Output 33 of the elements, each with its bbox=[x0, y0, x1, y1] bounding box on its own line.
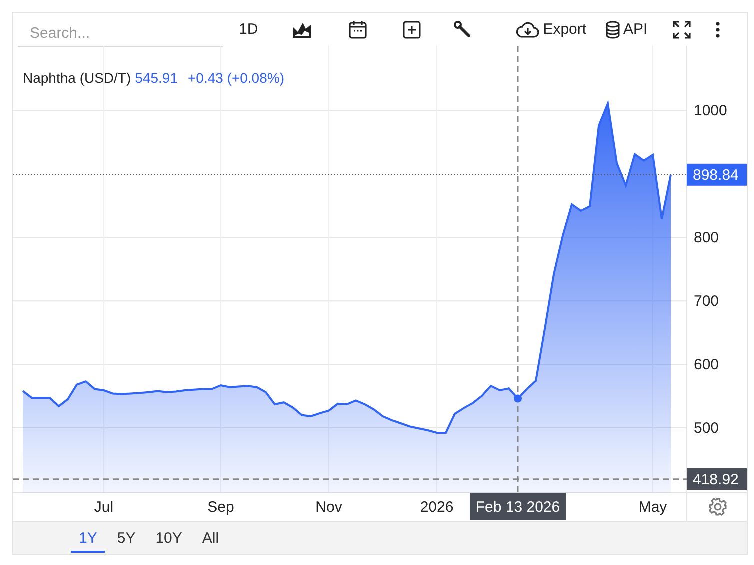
price-change: +0.43 (+0.08%) bbox=[188, 70, 284, 86]
crosshair-date-label: Feb 13 2026 bbox=[476, 499, 560, 516]
axis-tick-label: 800 bbox=[694, 230, 720, 247]
last-price-label: 898.84 bbox=[693, 166, 739, 184]
database-icon bbox=[604, 20, 621, 38]
crosshair-point bbox=[514, 394, 522, 403]
api-button[interactable]: API bbox=[600, 18, 652, 40]
export-button[interactable]: Export bbox=[512, 18, 591, 40]
axis-tick-label: 1000 bbox=[694, 102, 728, 120]
axis-tick-label: 700 bbox=[694, 293, 720, 310]
interval-button[interactable]: 1D bbox=[235, 19, 262, 40]
axis-tick-label: Jul bbox=[94, 499, 114, 516]
wrench-icon bbox=[454, 20, 472, 38]
area-chart-icon bbox=[292, 20, 312, 38]
range-tab[interactable]: 1Y bbox=[71, 524, 106, 552]
axis-tick-label: 500 bbox=[694, 420, 720, 437]
axis-tick-label: 2026 bbox=[420, 499, 454, 516]
axis-tick-label: 600 bbox=[694, 356, 720, 374]
range-tab[interactable]: 5Y bbox=[109, 524, 144, 552]
axis-tick-label: May bbox=[638, 499, 668, 516]
crosshair-value-label: 418.92 bbox=[693, 471, 739, 488]
calendar-icon bbox=[348, 20, 368, 40]
series-name: Naphtha (USD/T) bbox=[23, 70, 132, 86]
fullscreen-icon bbox=[672, 20, 692, 40]
more-icon bbox=[716, 22, 720, 38]
price-value: 545.91 bbox=[135, 70, 178, 86]
settings-icon[interactable] bbox=[708, 498, 728, 516]
axis-tick-label: Nov bbox=[316, 499, 342, 516]
range-tab[interactable]: All bbox=[194, 524, 228, 552]
range-tab[interactable]: 10Y bbox=[148, 524, 190, 552]
plus-icon bbox=[402, 20, 422, 40]
axis-tick-label: Sep bbox=[208, 499, 234, 516]
cloud-download-icon bbox=[516, 20, 540, 38]
